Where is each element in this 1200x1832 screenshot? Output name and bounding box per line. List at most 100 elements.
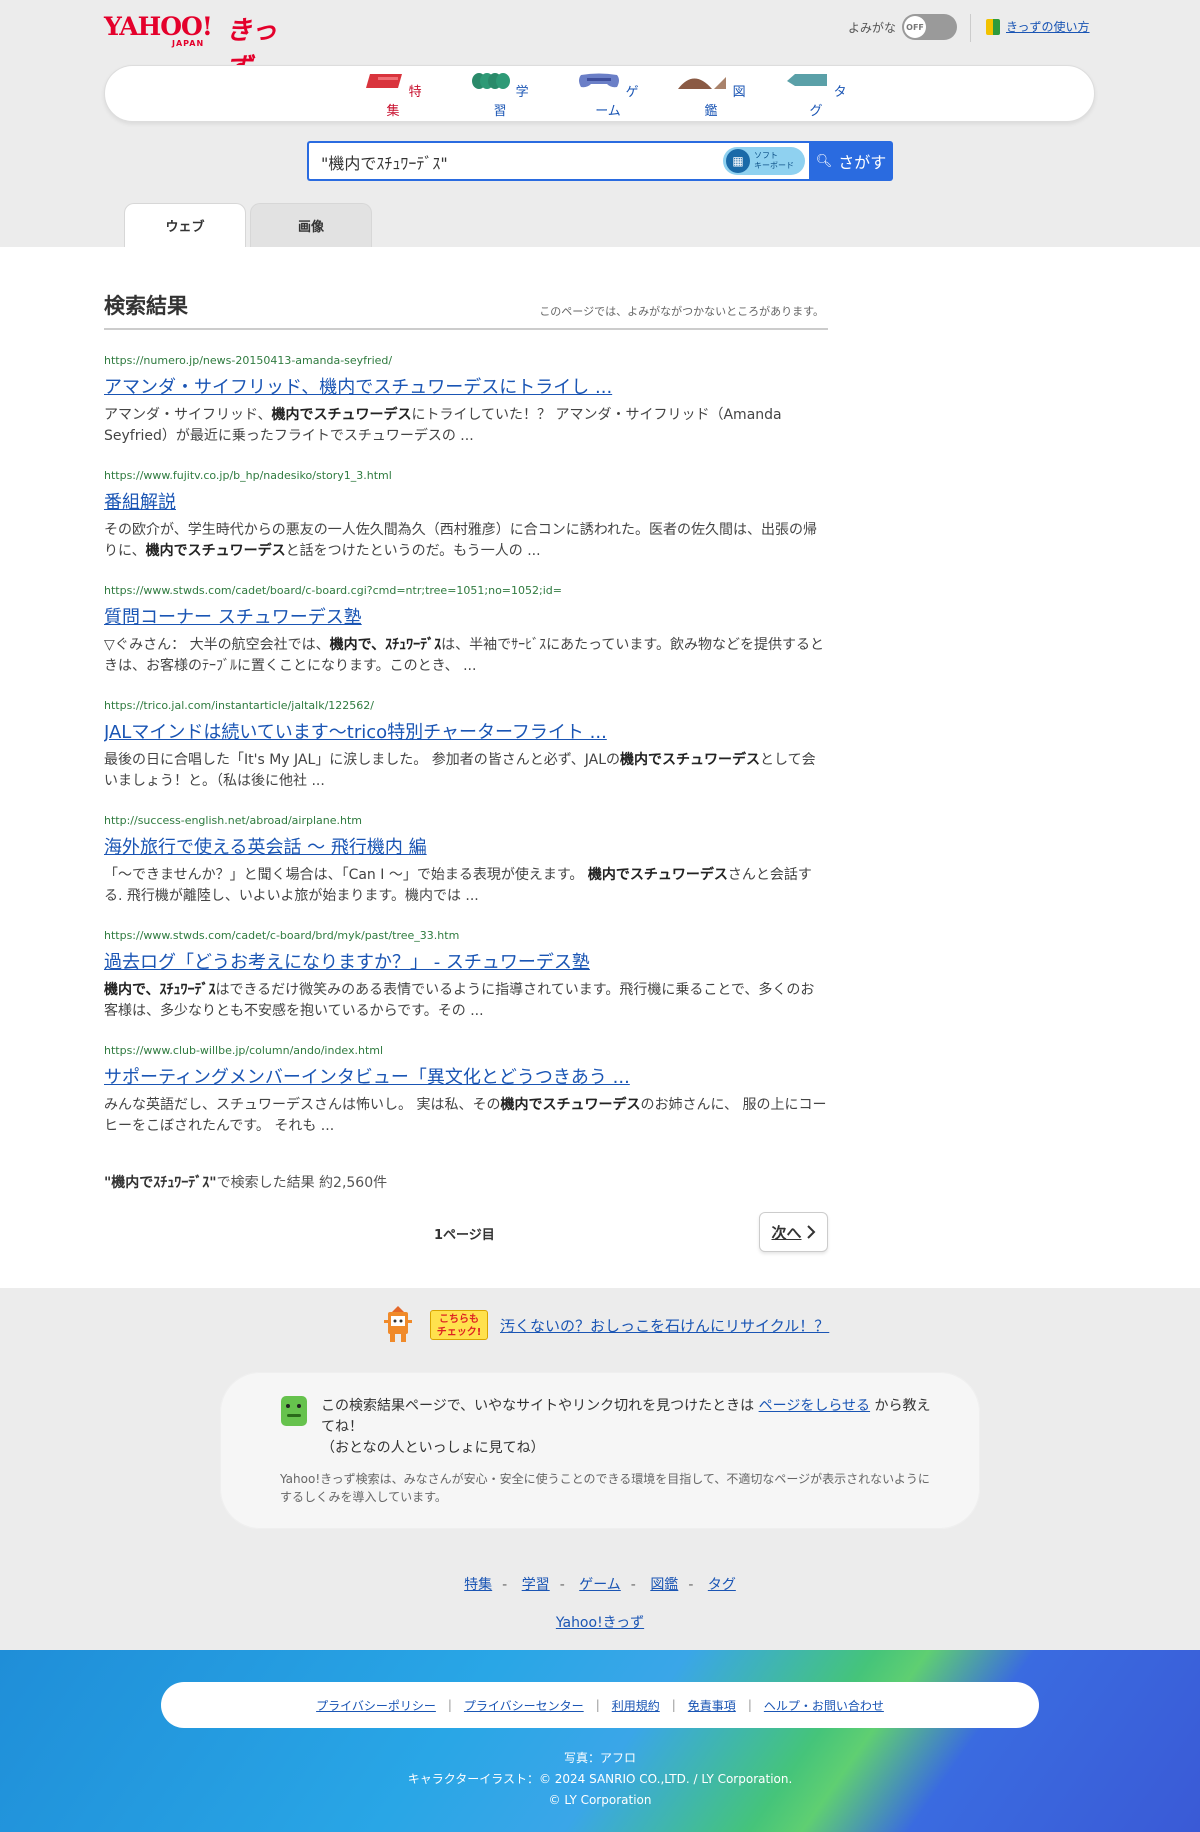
footer-link-game[interactable]: ゲーム	[579, 1577, 621, 1593]
results-title: 検索結果	[104, 294, 188, 318]
snippet-text: ▽ぐみさん： 大半の航空会社では、	[104, 637, 330, 653]
nav-item-label: 特集	[386, 85, 422, 119]
result-snippet: 機内で、ｽﾁｭﾜｰﾃﾞｽはできるだけ微笑みのある表情でいるように指導されています…	[104, 980, 828, 1022]
keyboard-icon: ▦	[726, 149, 750, 173]
disclaimer-link[interactable]: 免責事項	[688, 1697, 736, 1714]
next-label: 次へ	[771, 1223, 802, 1242]
report-page-link[interactable]: ページをしらせる	[759, 1398, 870, 1414]
result-title-link[interactable]: サポーティングメンバーインタビュー「異文化とどうつきあう ...	[104, 1063, 828, 1089]
logo-japan-text: JAPAN	[172, 39, 205, 48]
terms-link[interactable]: 利用規約	[612, 1697, 660, 1714]
report-note: Yahoo!きっず検索は、みなさんが安心・安全に使うことのできる環境を目指して、…	[280, 1472, 930, 1504]
report-text: この検索結果ページで、いやなサイトやリンク切れを見つけたときは ページをしらせる…	[321, 1398, 931, 1456]
snippet-text: アマンダ・サイフリッド、	[104, 407, 272, 423]
result-title-link[interactable]: JALマインドは続いています〜trico特別チャーターフライト ...	[104, 718, 828, 744]
result-title-link[interactable]: 番組解説	[104, 488, 828, 514]
result-count: "機内でｽﾁｭﾜｰﾃﾞｽ"で検索した結果 約2,560件	[104, 1172, 387, 1192]
footer-link-tag[interactable]: タグ	[708, 1577, 736, 1593]
nav-item-label: ゲーム	[595, 85, 639, 119]
tag-icon	[787, 74, 828, 86]
search-button[interactable]: 🔍︎ さがす	[809, 141, 893, 181]
tab-web[interactable]: ウェブ	[124, 203, 246, 247]
snippet-highlight: 機内でスチュワーデス	[587, 867, 728, 883]
result-snippet: その欧介が、学生時代からの悪友の一人佐久間為久（西村雅彦）に合コンに誘われた。医…	[104, 520, 828, 562]
green-character-icon	[281, 1396, 307, 1426]
footer-link-tokushu[interactable]: 特集	[464, 1577, 492, 1593]
yahoo-kids-logo[interactable]: YAHOO! きっず JAPAN	[104, 12, 284, 83]
nav-item-label: 学習	[493, 85, 529, 119]
check-badge: こちらも チェック!	[430, 1310, 488, 1340]
footer-link-gakushu[interactable]: 学習	[522, 1577, 550, 1593]
search-result: https://www.fujitv.co.jp/b_hp/nadesiko/s…	[104, 469, 828, 562]
snippet-highlight: 機内でスチュワーデス	[145, 543, 286, 559]
snippet-highlight: 機内で、ｽﾁｭﾜｰﾃﾞｽ	[104, 982, 216, 998]
credit-copyright: © LY Corporation	[548, 1793, 652, 1807]
game-controller-icon	[579, 73, 620, 88]
nav-item-zukan[interactable]: 図鑑	[676, 72, 746, 119]
privacy-center-link[interactable]: プライバシーセンター	[464, 1697, 584, 1714]
snippet-highlight: 機内でスチュワーデス	[271, 407, 412, 423]
howto-link[interactable]: きっずの使い方	[1006, 18, 1090, 35]
current-page-label: 1ページ目	[434, 1228, 495, 1243]
results-note: このページでは、よみがながつかないところがあります。	[539, 305, 824, 318]
yomigana-control: よみがな OFF	[848, 14, 958, 40]
search-result: https://www.stwds.com/cadet/c-board/brd/…	[104, 929, 828, 1022]
nav-item-tag[interactable]: タグ	[781, 72, 851, 119]
result-url: https://numero.jp/news-20150413-amanda-s…	[104, 354, 393, 367]
search-box: ▦ ソフト キーボード	[307, 141, 809, 181]
credit-character: キャラクターイラスト：© 2024 SANRIO CO.,LTD. / LY C…	[407, 1772, 793, 1786]
result-snippet: 最後の日に合唱した「It's My JAL」に涙しました。 参加者の皆さんと必ず…	[104, 750, 828, 792]
chevron-right-icon	[806, 1225, 815, 1239]
snippet-text: と話をつけたというのだ。もう一人の ...	[285, 543, 541, 559]
search-form: ▦ ソフト キーボード 🔍︎ さがす	[307, 141, 893, 181]
yomigana-toggle[interactable]: OFF	[902, 14, 958, 40]
search-result: http://success-english.net/abroad/airpla…	[104, 814, 828, 907]
search-result: https://www.stwds.com/cadet/board/c-boar…	[104, 584, 828, 677]
footer-credits: 写真：アフロ キャラクターイラスト：© 2024 SANRIO CO.,LTD.…	[0, 1748, 1200, 1811]
result-title-link[interactable]: 過去ログ「どうお考えになりますか？」 - スチュワーデス塾	[104, 948, 828, 974]
search-result: https://www.club-willbe.jp/column/ando/i…	[104, 1044, 828, 1137]
result-title-link[interactable]: 海外旅行で使える英会話 〜 飛行機内 編	[104, 833, 828, 859]
results-header: 検索結果 このページでは、よみがながつかないところがあります。	[104, 290, 828, 330]
report-box: この検索結果ページで、いやなサイトやリンク切れを見つけたときは ページをしらせる…	[220, 1372, 980, 1529]
search-input[interactable]	[321, 151, 701, 173]
snippet-text: 最後の日に合唱した「It's My JAL」に涙しました。 参加者の皆さんと必ず…	[104, 752, 621, 768]
legal-links-bar: プライバシーポリシー | プライバシーセンター | 利用規約 | 免責事項 | ヘルプ・…	[161, 1682, 1039, 1728]
soft-keyboard-button[interactable]: ▦ ソフト キーボード	[723, 147, 805, 175]
footer-link-zukan[interactable]: 図鑑	[650, 1577, 678, 1593]
nav-item-game[interactable]: ゲーム	[573, 72, 643, 119]
result-url: https://www.club-willbe.jp/column/ando/i…	[104, 1044, 384, 1057]
result-url: https://www.stwds.com/cadet/c-board/brd/…	[104, 929, 460, 942]
yomigana-label: よみがな	[848, 20, 897, 35]
nav-item-tokushu[interactable]: 特集	[358, 72, 428, 119]
search-result: https://numero.jp/news-20150413-amanda-s…	[104, 354, 828, 447]
footer-brand: Yahoo!きっず	[0, 1612, 1200, 1632]
zukan-icon	[678, 77, 727, 89]
footer-category-links: 特集 - 学習 - ゲーム - 図鑑 - タグ	[464, 1577, 736, 1593]
footer-brand-link[interactable]: Yahoo!きっず	[556, 1615, 644, 1631]
toggle-knob: OFF	[904, 16, 927, 38]
promo-link[interactable]: 汚くないの？おしっこを石けんにリサイクル！？	[500, 1315, 829, 1336]
count-query: "機内でｽﾁｭﾜｰﾃﾞｽ"	[104, 1175, 217, 1191]
tab-image[interactable]: 画像	[250, 203, 372, 247]
result-snippet: みんな英語だし、スチュワーデスさんは怖いし。 実は私、その機内でスチュワーデスの…	[104, 1095, 828, 1137]
search-type-tabs: ウェブ 画像	[124, 203, 372, 247]
category-navbar: 特集 学習 ゲーム 図鑑 タグ	[104, 65, 1095, 122]
result-title-link[interactable]: 質問コーナー スチュワーデス塾	[104, 603, 828, 629]
howto-area: きっずの使い方	[986, 18, 1090, 35]
result-url: https://trico.jal.com/instantarticle/jal…	[104, 699, 374, 712]
beginner-leaf-icon	[986, 18, 1000, 35]
promo-banner: こちらも チェック! 汚くないの？おしっこを石けんにリサイクル！？	[378, 1306, 829, 1344]
result-url: https://www.fujitv.co.jp/b_hp/nadesiko/s…	[104, 469, 392, 482]
header-divider	[970, 14, 971, 42]
result-snippet: ▽ぐみさん： 大半の航空会社では、機内で、ｽﾁｭﾜｰﾃﾞｽは、半袖でｻｰﾋﾞｽに…	[104, 635, 828, 677]
help-contact-link[interactable]: ヘルプ・お問い合わせ	[764, 1697, 884, 1714]
mascot-character-icon	[384, 1306, 412, 1342]
gakushu-icon	[472, 73, 511, 89]
privacy-policy-link[interactable]: プライバシーポリシー	[316, 1697, 436, 1714]
result-title-link[interactable]: アマンダ・サイフリッド、機内でスチュワーデスにトライし ...	[104, 373, 828, 399]
snippet-highlight: 機内でスチュワーデス	[500, 1097, 641, 1113]
next-page-button[interactable]: 次へ	[759, 1212, 828, 1252]
nav-item-gakushu[interactable]: 学習	[465, 72, 535, 119]
count-text: で検索した結果 約2,560件	[216, 1175, 388, 1191]
